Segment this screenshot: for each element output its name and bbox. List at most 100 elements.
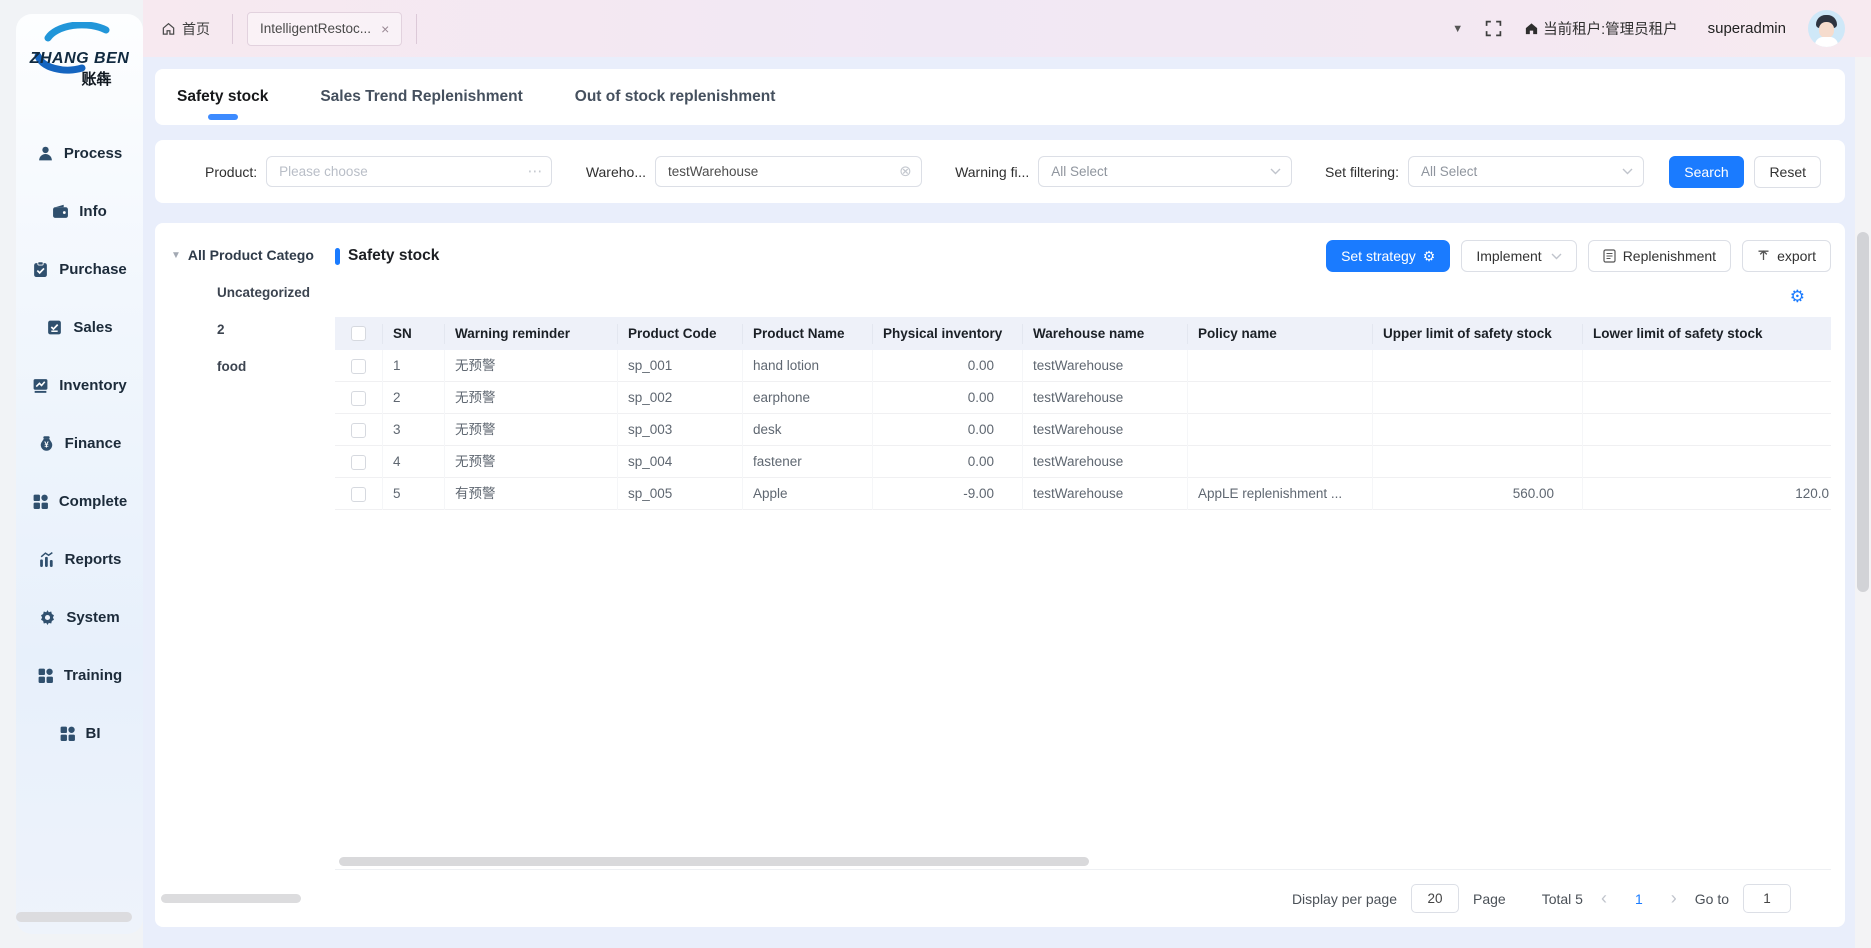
cell-lower	[1583, 446, 1831, 478]
prev-page-icon[interactable]: ‹	[1597, 888, 1611, 909]
cell-name: hand lotion	[743, 350, 873, 382]
tree-node-2[interactable]: 2	[217, 322, 335, 337]
product-input[interactable]	[266, 156, 552, 187]
active-tab-underline	[208, 114, 238, 120]
vertical-scroll-thumb[interactable]	[1857, 232, 1869, 592]
sidebar-item-complete[interactable]: Complete	[32, 472, 127, 530]
sidebar-item-system[interactable]: System	[39, 588, 119, 646]
open-tab-intelligent-restock[interactable]: IntelligentRestoc... ×	[247, 12, 402, 46]
column-settings-gear-icon[interactable]: ⚙	[1790, 288, 1805, 305]
export-label: export	[1777, 248, 1816, 264]
implement-button[interactable]: Implement	[1461, 240, 1576, 272]
warning-filter-select[interactable]: All Select	[1038, 156, 1291, 187]
col-policy-name[interactable]: Policy name	[1188, 324, 1373, 344]
cell-policy	[1188, 350, 1373, 382]
export-up-arrow-icon	[1757, 249, 1770, 263]
reset-button[interactable]: Reset	[1754, 156, 1821, 188]
set-filtering-value: All Select	[1421, 164, 1477, 179]
home-breadcrumb[interactable]: 首页	[161, 19, 210, 39]
sidebar-item-reports[interactable]: Reports	[38, 530, 122, 588]
col-product-code[interactable]: Product Code	[618, 324, 743, 344]
tab-sales-trend-replenishment[interactable]: Sales Trend Replenishment	[320, 69, 522, 125]
replenishment-button[interactable]: Replenishment	[1588, 240, 1731, 272]
sidebar-item-label: Info	[79, 203, 107, 220]
col-warehouse-name[interactable]: Warehouse name	[1023, 324, 1188, 344]
cell-sn: 3	[383, 414, 445, 446]
set-filtering-select[interactable]: All Select	[1408, 156, 1644, 187]
sidebar-item-label: Purchase	[59, 261, 127, 278]
sidebar-item-purchase[interactable]: Purchase	[32, 240, 127, 298]
col-product-name[interactable]: Product Name	[743, 324, 873, 344]
tree-node-food[interactable]: food	[217, 359, 335, 374]
cell-upper	[1373, 414, 1583, 446]
sidebar-item-sales[interactable]: Sales	[46, 298, 112, 356]
row-checkbox[interactable]	[351, 359, 366, 374]
row-checkbox[interactable]	[351, 455, 366, 470]
sidebar: ZHANG BEN 账犇 Process Info	[0, 0, 143, 948]
sidebar-item-bi[interactable]: BI	[59, 704, 101, 762]
export-button[interactable]: export	[1742, 240, 1831, 272]
col-upper-limit[interactable]: Upper limit of safety stock	[1373, 324, 1583, 344]
select-all-checkbox[interactable]	[351, 326, 366, 341]
page-size-input[interactable]	[1411, 884, 1459, 913]
goto-page-input[interactable]	[1743, 884, 1791, 913]
reports-barchart-icon	[38, 551, 55, 568]
col-physical-inventory[interactable]: Physical inventory	[873, 324, 1023, 344]
tab-label: IntelligentRestoc...	[260, 21, 371, 36]
tab-out-of-stock-replenishment[interactable]: Out of stock replenishment	[575, 69, 776, 125]
product-label: Product:	[205, 164, 257, 180]
warning-filter-value: All Select	[1051, 164, 1107, 179]
col-sn[interactable]: SN	[383, 324, 445, 344]
sidebar-item-label: BI	[86, 725, 101, 742]
current-page[interactable]: 1	[1625, 891, 1653, 907]
fullscreen-icon[interactable]	[1485, 20, 1502, 37]
section-header: Safety stock Set strategy ⚙ Implement	[335, 237, 1831, 275]
ellipsis-icon[interactable]: ⋯	[527, 164, 542, 179]
row-checkbox[interactable]	[351, 391, 366, 406]
clear-icon[interactable]: ⊗	[899, 164, 912, 179]
cell-warehouse: testWarehouse	[1023, 478, 1188, 510]
tree-scrollbar[interactable]	[161, 894, 301, 903]
horizontal-scroll-thumb[interactable]	[339, 857, 1089, 866]
cell-name: earphone	[743, 382, 873, 414]
sidebar-item-inventory[interactable]: Inventory	[32, 356, 127, 414]
cell-code: sp_003	[618, 414, 743, 446]
sidebar-scrollbar[interactable]	[16, 912, 132, 922]
close-icon[interactable]: ×	[381, 21, 389, 37]
content-area: Safety stock Sales Trend Replenishment O…	[143, 57, 1871, 948]
warehouse-input[interactable]	[655, 156, 922, 187]
implement-label: Implement	[1476, 248, 1541, 264]
search-button[interactable]: Search	[1669, 156, 1743, 188]
tree-node-all-product-categories[interactable]: ▼ All Product Catego	[171, 247, 335, 263]
next-page-icon[interactable]: ›	[1667, 888, 1681, 909]
cell-policy	[1188, 446, 1373, 478]
cell-sn: 1	[383, 350, 445, 382]
tenant-home-icon	[1524, 21, 1539, 36]
warehouse-field: ⊗	[655, 156, 922, 187]
tenant-info[interactable]: 当前租户:管理员租户	[1524, 18, 1678, 39]
col-warning-reminder[interactable]: Warning reminder	[445, 324, 618, 344]
tab-safety-stock[interactable]: Safety stock	[177, 69, 268, 125]
chevron-down-icon	[1551, 253, 1562, 260]
sidebar-item-finance[interactable]: ¥ Finance	[38, 414, 122, 472]
col-lower-limit[interactable]: Lower limit of safety stock	[1583, 324, 1831, 344]
sidebar-item-training[interactable]: Training	[37, 646, 122, 704]
page-tabs: Safety stock Sales Trend Replenishment O…	[155, 69, 1845, 125]
caret-down-icon[interactable]: ▼	[1452, 23, 1463, 35]
username[interactable]: superadmin	[1708, 20, 1786, 37]
header-select-all	[335, 324, 383, 344]
row-checkbox[interactable]	[351, 423, 366, 438]
cell-inventory: 0.00	[873, 446, 1023, 478]
set-strategy-button[interactable]: Set strategy ⚙	[1326, 240, 1450, 272]
tree-node-uncategorized[interactable]: Uncategorized	[217, 285, 335, 300]
row-checkbox[interactable]	[351, 487, 366, 502]
cell-code: sp_004	[618, 446, 743, 478]
table-row: 4 无预警 sp_004 fastener 0.00 testWarehouse	[335, 446, 1831, 478]
sidebar-item-info[interactable]: Info	[52, 182, 107, 240]
cell-warning: 无预警	[445, 446, 618, 478]
sidebar-item-process[interactable]: Process	[37, 124, 122, 182]
avatar-body	[1815, 37, 1838, 47]
sidebar-item-label: Training	[64, 667, 122, 684]
tab-label: Out of stock replenishment	[575, 88, 776, 106]
avatar[interactable]	[1808, 10, 1845, 47]
